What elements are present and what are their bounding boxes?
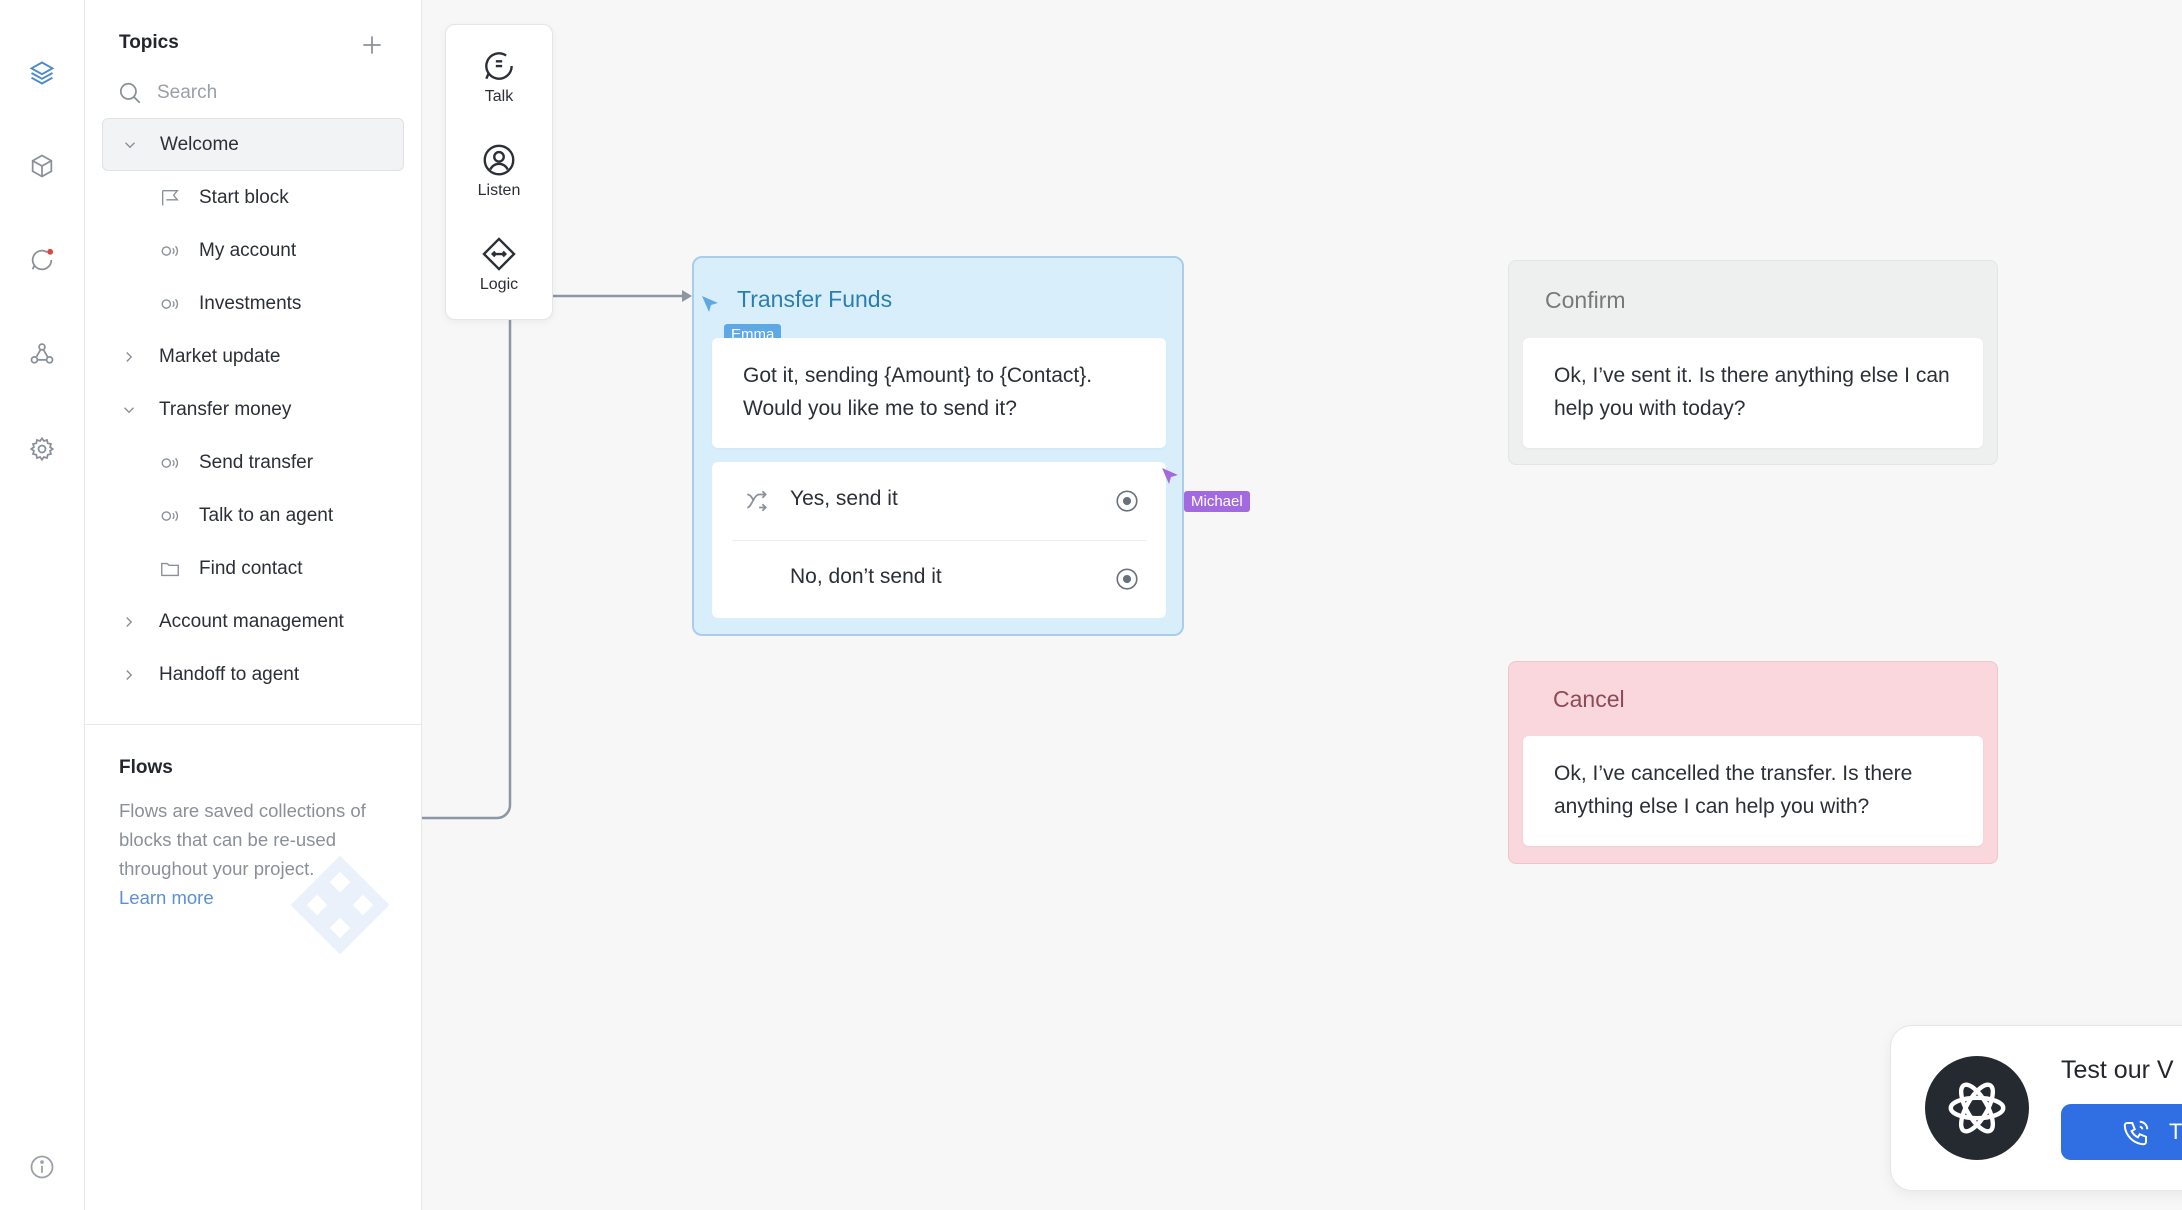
voice-icon [158, 239, 182, 263]
layers-icon[interactable] [27, 58, 57, 88]
brand-logo [1925, 1056, 2029, 1160]
settings-gear-icon[interactable] [27, 434, 57, 464]
choice-label: Yes, send it [790, 487, 898, 510]
flag-icon [158, 186, 182, 210]
folder-icon [158, 557, 182, 581]
topic-transfer-money[interactable]: Transfer money [102, 383, 404, 436]
listen-icon [483, 144, 515, 176]
block-title: Transfer Funds [737, 286, 893, 312]
block-label: Start block [199, 186, 289, 208]
sidebar-divider [85, 724, 421, 725]
listen-label: Listen [477, 182, 521, 199]
flows-decoration-icon [290, 855, 390, 955]
transfer-funds-block[interactable]: Transfer Funds Emma Got it, sending {Amo… [692, 256, 1184, 636]
cube-icon[interactable] [27, 151, 57, 181]
block-message[interactable]: Ok, I’ve sent it. Is there anything else… [1523, 338, 1983, 448]
chat-notification-icon[interactable] [27, 245, 57, 275]
topic-market-update[interactable]: Market update [102, 330, 404, 383]
flows-title: Flows [119, 757, 173, 778]
collaborator-tag-michael: Michael [1184, 491, 1250, 512]
info-icon[interactable] [27, 1152, 57, 1182]
talk-tool[interactable]: Talk [446, 47, 552, 127]
phone-call-icon [2123, 1120, 2149, 1146]
logic-tool[interactable]: Logic [446, 235, 552, 315]
choice-no[interactable]: No, don’t send it [712, 540, 1166, 618]
topic-label: Transfer money [159, 398, 292, 420]
emma-cursor-icon [702, 296, 718, 312]
block-talk-to-agent[interactable]: Talk to an agent [102, 489, 404, 542]
chevron-down-icon[interactable] [120, 135, 140, 155]
output-port-icon[interactable] [1114, 488, 1140, 514]
call-button-label: T [2169, 1119, 2182, 1144]
test-widget-text: Test our V [2061, 1056, 2174, 1084]
choice-yes[interactable]: Yes, send it [712, 462, 1166, 540]
chevron-right-icon[interactable] [119, 347, 139, 367]
add-topic-button[interactable] [357, 30, 387, 60]
voice-icon [158, 292, 182, 316]
block-start[interactable]: Start block [102, 171, 404, 224]
block-label: Investments [199, 292, 302, 314]
topics-sidebar: Topics Welcome Start block My account In… [85, 0, 422, 1210]
block-palette: Talk Listen Logic [445, 24, 553, 320]
flower-logo-icon [1948, 1082, 2006, 1134]
block-message[interactable]: Ok, I’ve cancelled the transfer. Is ther… [1523, 736, 1983, 846]
block-my-account[interactable]: My account [102, 224, 404, 277]
choice-label: No, don’t send it [790, 565, 942, 588]
block-label: Send transfer [199, 451, 314, 473]
block-title: Confirm [1545, 287, 1626, 313]
search-input[interactable] [155, 81, 379, 105]
branch-icon [746, 490, 767, 512]
topic-label: Market update [159, 345, 281, 367]
chevron-down-icon[interactable] [119, 400, 139, 420]
nav-rail [0, 0, 85, 1210]
cancel-block[interactable]: Cancel Ok, I’ve cancelled the transfer. … [1508, 661, 1998, 864]
output-port-icon[interactable] [1114, 566, 1140, 592]
integrations-icon[interactable] [27, 339, 57, 369]
topic-account-management[interactable]: Account management [102, 595, 404, 648]
chevron-right-icon[interactable] [119, 612, 139, 632]
block-title: Cancel [1553, 686, 1625, 712]
search-icon [119, 82, 141, 104]
block-investments[interactable]: Investments [102, 277, 404, 330]
talk-icon [485, 52, 513, 80]
block-label: Talk to an agent [199, 504, 334, 526]
topic-welcome[interactable]: Welcome [102, 118, 404, 171]
topic-label: Account management [159, 610, 344, 632]
test-agent-widget: Test our V T [1890, 1025, 2182, 1191]
block-message[interactable]: Got it, sending {Amount} to {Contact}. W… [712, 338, 1166, 448]
block-send-transfer[interactable]: Send transfer [102, 436, 404, 489]
logic-icon [482, 237, 516, 271]
voice-icon [158, 451, 182, 475]
listen-tool[interactable]: Listen [446, 141, 552, 221]
block-label: My account [199, 239, 297, 261]
choice-list: Yes, send it No, don’t send it [712, 462, 1166, 618]
chevron-right-icon[interactable] [119, 665, 139, 685]
topic-tree: Welcome Start block My account Investmen… [102, 118, 404, 701]
block-find-contact[interactable]: Find contact [102, 542, 404, 595]
topic-handoff-to-agent[interactable]: Handoff to agent [102, 648, 404, 701]
confirm-block[interactable]: Confirm Ok, I’ve sent it. Is there anyth… [1508, 260, 1998, 465]
block-label: Find contact [199, 557, 303, 579]
michael-cursor-icon [1162, 468, 1178, 484]
topic-label: Handoff to agent [159, 663, 300, 685]
voice-icon [158, 504, 182, 528]
call-button[interactable]: T [2061, 1104, 2182, 1160]
logic-label: Logic [479, 276, 519, 293]
topics-title: Topics [119, 32, 179, 53]
plus-icon [363, 36, 381, 54]
topic-search[interactable] [117, 78, 387, 108]
topic-label: Welcome [160, 133, 239, 155]
talk-label: Talk [484, 88, 514, 105]
